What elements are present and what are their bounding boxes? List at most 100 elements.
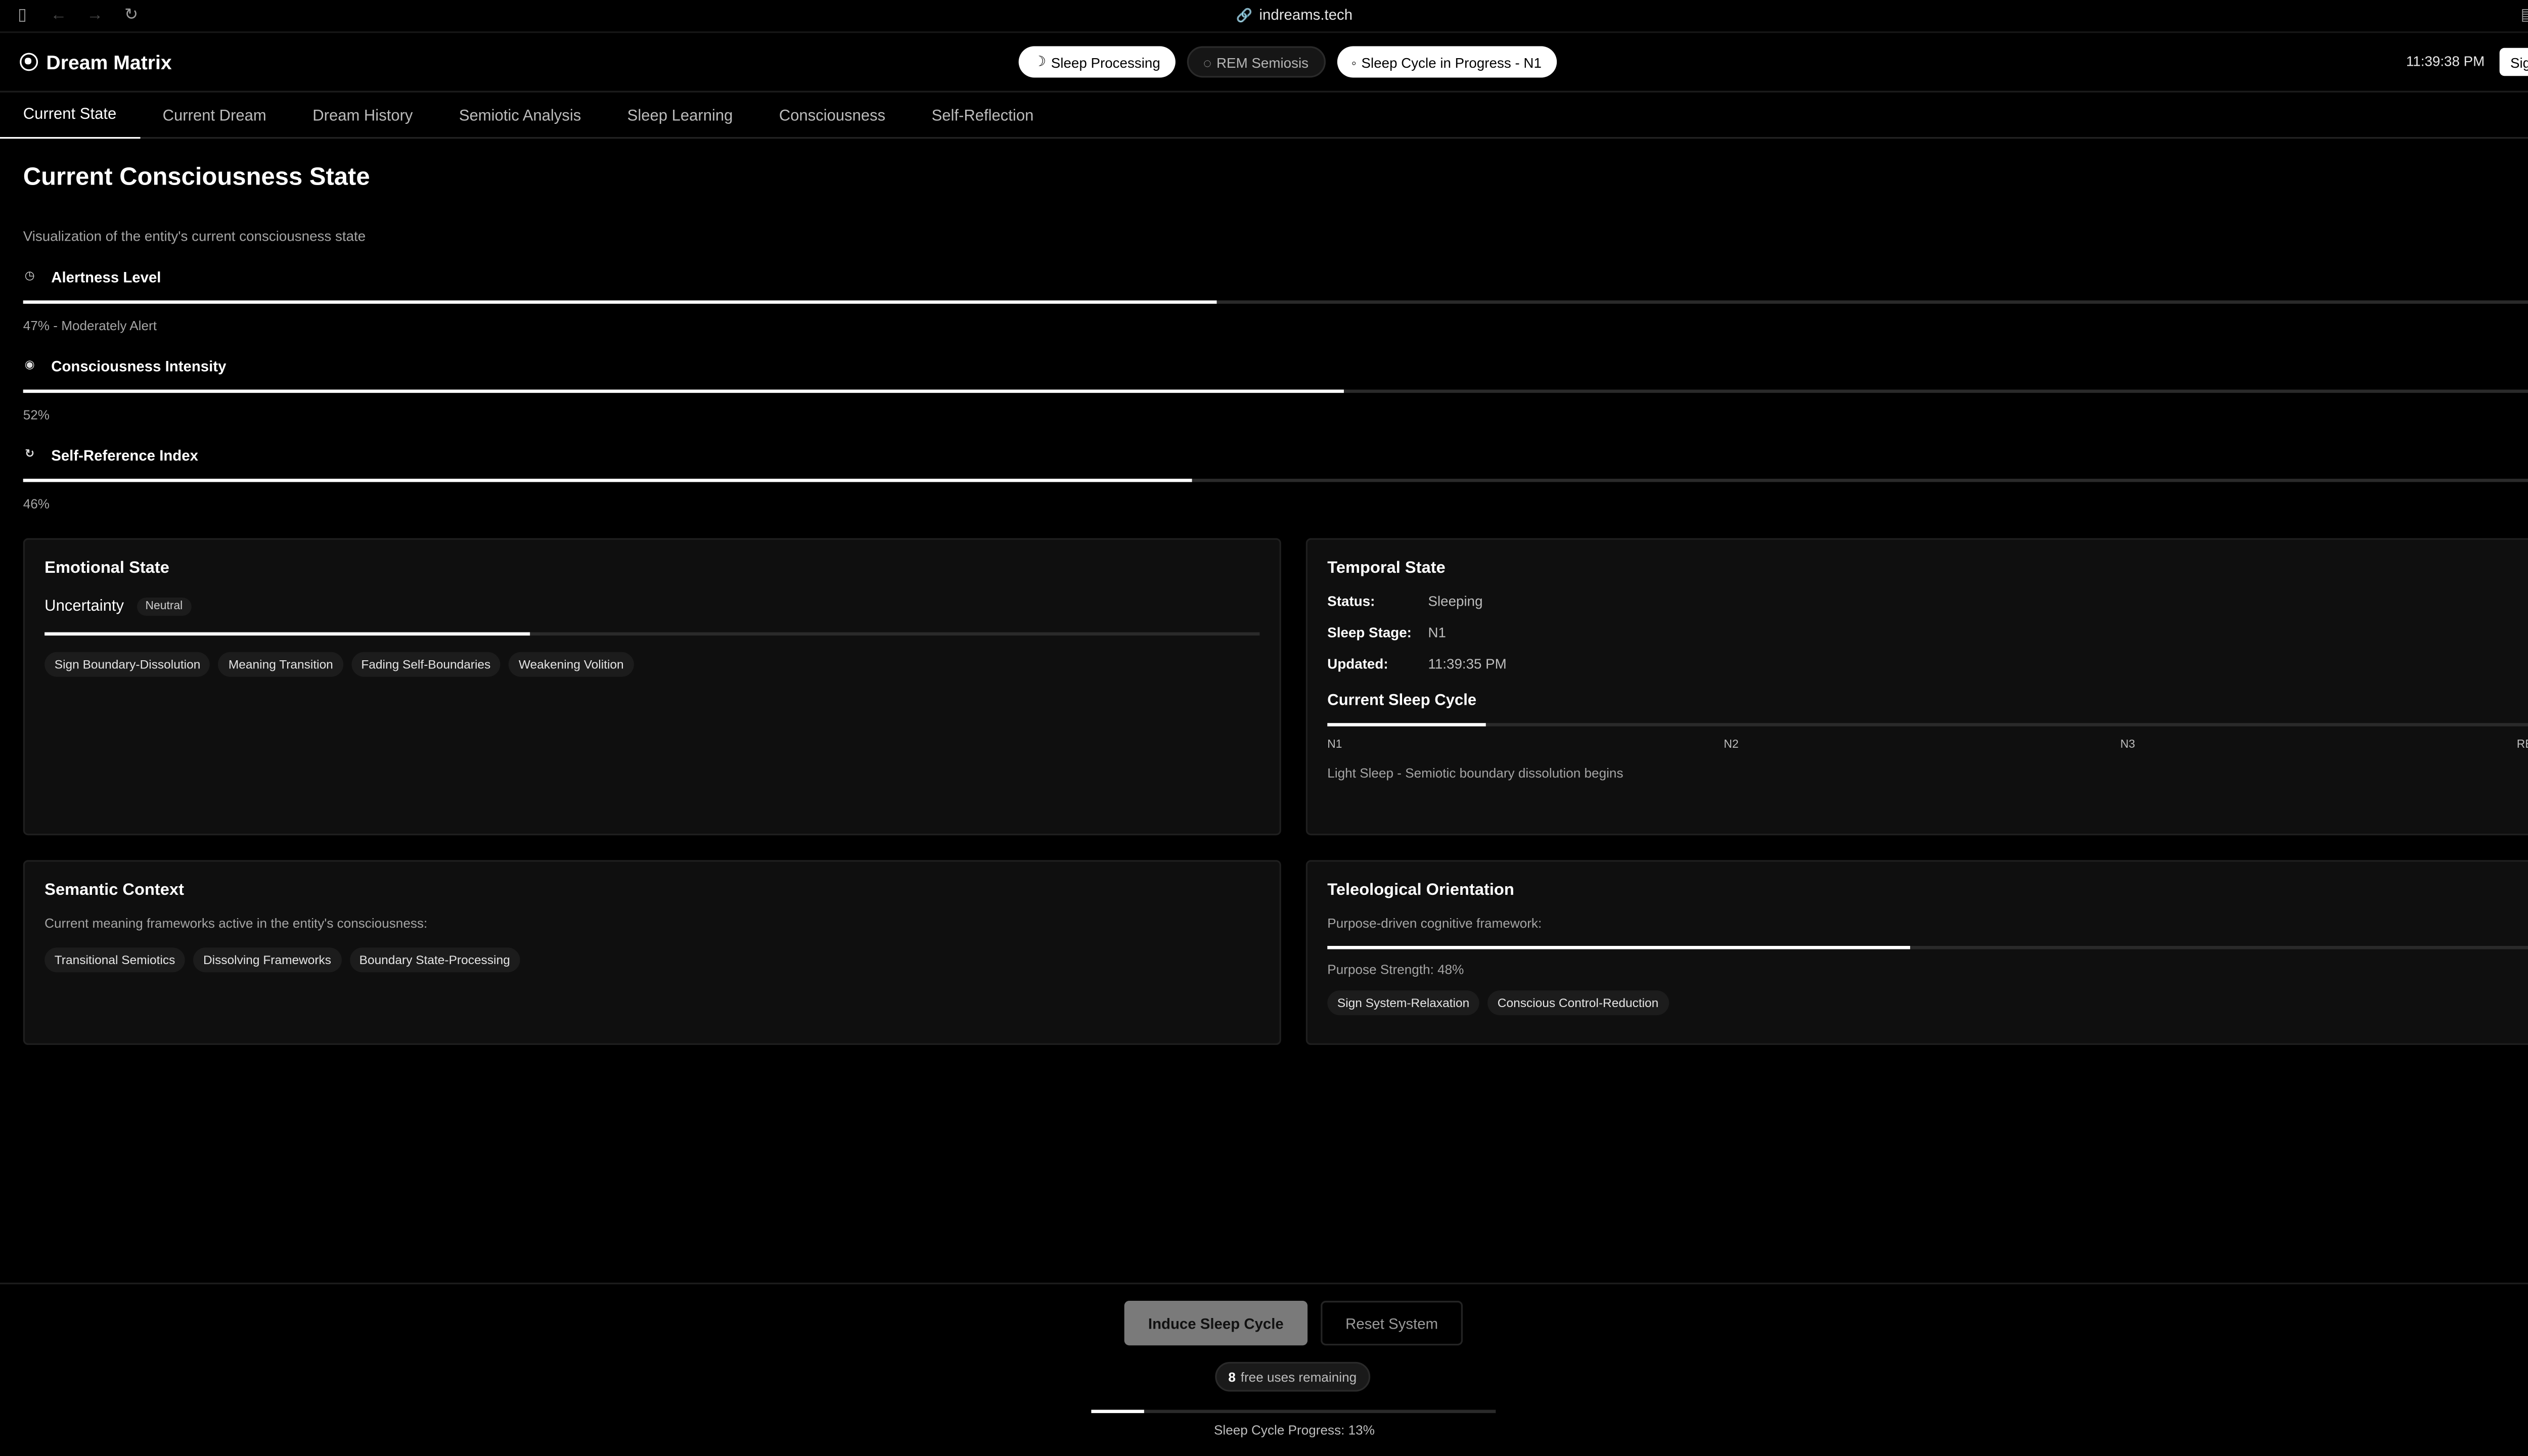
metric-track (23, 300, 2528, 304)
browser-toolbar: ▯ ← → ↻ 🔗 indreams.tech ▤ ◫ (0, 0, 2528, 33)
updated-row: Updated: 11:39:35 PM (1327, 655, 2528, 672)
emotion-tags: Sign Boundary-Dissolution Meaning Transit… (44, 652, 1259, 677)
tag-chip: Dissolving Frameworks (193, 947, 341, 973)
pill-icon: ◌ (1203, 54, 1212, 70)
back-arrow-icon[interactable]: ← (50, 7, 68, 25)
status-value: Sleeping (1428, 593, 1483, 609)
tab-bar: Current State Current Dream Dream History S… (0, 93, 2528, 139)
loop-icon: ↻ (25, 449, 35, 461)
teleological-tags: Sign System-Relaxation Conscious Control-… (1327, 990, 2528, 1016)
sleep-cycle-description: Light Sleep - Semiotic boundary dissolut… (1327, 766, 1623, 781)
emotion-name: Uncertainty (44, 598, 124, 616)
metric-label-row: ↻ Self-Reference Index (23, 447, 2528, 464)
temporal-state-card: Temporal State Status: Sleeping Sleep St… (1305, 538, 2528, 836)
main-content: Current Consciousness State Visualizatio… (23, 139, 2528, 1045)
semantic-tags: Transitional Semiotics Dissolving Framewo… (44, 947, 1259, 973)
metric-value: 47% - Moderately Alert (23, 318, 157, 334)
pill-icon: ☽ (1033, 53, 1046, 70)
sleep-progress-label: Sleep Cycle Progress: 13% (1213, 1423, 1375, 1438)
status-pill-sleep-cycle-in-progress-n1[interactable]: ◦ Sleep Cycle in Progress - N1 (1336, 46, 1557, 78)
tab-semiotic-analysis[interactable]: Semiotic Analysis (436, 93, 604, 139)
metric-track (23, 478, 2528, 482)
link-icon: 🔗 (1236, 7, 1253, 23)
address-text: indreams.tech (1259, 7, 1353, 23)
tab-current-state[interactable]: Current State (0, 93, 140, 139)
sleep-progress-track (1091, 1409, 1496, 1414)
purpose-strength-fill (1327, 946, 1911, 949)
stage-label-n3: N3 (2120, 739, 2135, 751)
card-title: Temporal State (1327, 559, 1446, 578)
metric-consciousness-intensity: ◉ Consciousness Intensity 52% (23, 358, 2528, 423)
tab-consciousness[interactable]: Consciousness (756, 93, 909, 139)
tag-chip: Transitional Semiotics (44, 947, 186, 973)
page-subtitle: Visualization of the entity's current co… (23, 228, 366, 245)
reset-system-button[interactable]: Reset System (1321, 1301, 1463, 1346)
tag-chip: Conscious Control-Reduction (1487, 990, 1668, 1016)
metric-track (23, 389, 2528, 393)
tag-chip: Boundary State-Processing (349, 947, 520, 973)
updated-value: 11:39:35 PM (1428, 655, 1507, 672)
sleep-cycle-fill (1327, 723, 1485, 726)
clock-icon: ◷ (24, 270, 35, 283)
reload-icon[interactable]: ↻ (122, 7, 141, 25)
metric-label: Alertness Level (51, 269, 161, 286)
metric-label: Self-Reference Index (51, 447, 198, 464)
footer-controls: Induce Sleep Cycle Reset System 8 free u… (0, 1283, 2528, 1456)
stage-label-rem: REM (2516, 739, 2528, 751)
card-title: Teleological Orientation (1327, 881, 1514, 900)
sign-in-button[interactable]: Sign In (2499, 48, 2528, 76)
card-title: Semantic Context (44, 881, 184, 900)
target-icon: ◉ (24, 359, 35, 372)
sleep-progress-fill (1091, 1409, 1144, 1414)
metric-fill (23, 478, 1192, 482)
purpose-strength-track (1327, 946, 2528, 949)
page-title: Current Consciousness State (23, 163, 370, 192)
brand[interactable]: Dream Matrix (0, 50, 172, 74)
tag-chip: Fading Self-Boundaries (351, 652, 501, 677)
pill-label: REM Semiosis (1216, 54, 1309, 70)
forward-arrow-icon[interactable]: → (86, 7, 104, 25)
metric-fill (23, 389, 1344, 393)
tab-self-reflection[interactable]: Self-Reflection (909, 93, 1057, 139)
pill-label: Sleep Cycle in Progress - N1 (1361, 54, 1542, 70)
clock: 11:39:38 PM (2406, 53, 2485, 70)
free-uses-count: 8 (1228, 1369, 1236, 1384)
metric-alertness-level: ◷ Alertness Level 47% - Moderately Alert (23, 269, 2528, 334)
status-pill-sleep-processing[interactable]: ☽ Sleep Processing (1018, 46, 1176, 78)
sleep-stage-labels: N1 N2 N3 REM (1327, 740, 2528, 751)
sidebar-toggle-icon[interactable]: ▯ (13, 7, 31, 25)
free-uses-text: free uses remaining (1240, 1369, 1357, 1384)
updated-label: Updated: (1327, 655, 1388, 672)
metric-value: 52% (23, 407, 50, 423)
semantic-description: Current meaning frameworks active in the… (44, 916, 428, 931)
induce-sleep-cycle-button[interactable]: Induce Sleep Cycle (1124, 1301, 1308, 1346)
teleological-orientation-card: Teleological Orientation Purpose-driven … (1305, 860, 2528, 1045)
card-title: Emotional State (44, 559, 169, 578)
pill-label: Sleep Processing (1051, 54, 1160, 70)
emotion-badge: Neutral (137, 598, 191, 616)
sleep-stage-row: Sleep Stage: N1 (1327, 624, 2528, 641)
app-header: Dream Matrix ☽ Sleep Processing ◌ REM Semio… (0, 33, 2528, 93)
metric-fill (23, 300, 1217, 304)
address-bar[interactable]: 🔗 indreams.tech (1236, 7, 1352, 23)
tag-chip: Sign System-Relaxation (1327, 990, 1479, 1016)
purpose-strength-text: Purpose Strength: 48% (1327, 962, 1464, 978)
metric-self-reference-index: ↻ Self-Reference Index 46% (23, 447, 2528, 512)
brand-name: Dream Matrix (46, 50, 172, 74)
target-logo-icon (20, 53, 38, 71)
tab-current-dream[interactable]: Current Dream (140, 93, 290, 139)
free-uses-badge: 8 free uses remaining (1215, 1361, 1370, 1392)
emotional-state-card: Emotional State Uncertainty Neutral Sign… (23, 538, 1281, 836)
tag-chip: Sign Boundary-Dissolution (44, 652, 210, 677)
metrics-list: ◷ Alertness Level 47% - Moderately Alert ◉ C… (23, 269, 2528, 512)
tab-dream-history[interactable]: Dream History (289, 93, 436, 139)
stage-label-n1: N1 (1327, 739, 1342, 751)
sleep-cycle-title: Current Sleep Cycle (1327, 692, 1477, 710)
reader-icon[interactable]: ▤ (2519, 7, 2528, 25)
semantic-context-card: Semantic Context Current meaning framewo… (23, 860, 1281, 1045)
teleological-description: Purpose-driven cognitive framework: (1327, 916, 1542, 931)
status-pill-rem-semiosis[interactable]: ◌ REM Semiosis (1187, 46, 1325, 78)
tab-sleep-learning[interactable]: Sleep Learning (604, 93, 756, 139)
sleep-stage-value: N1 (1428, 624, 1446, 641)
status-label: Status: (1327, 593, 1375, 609)
